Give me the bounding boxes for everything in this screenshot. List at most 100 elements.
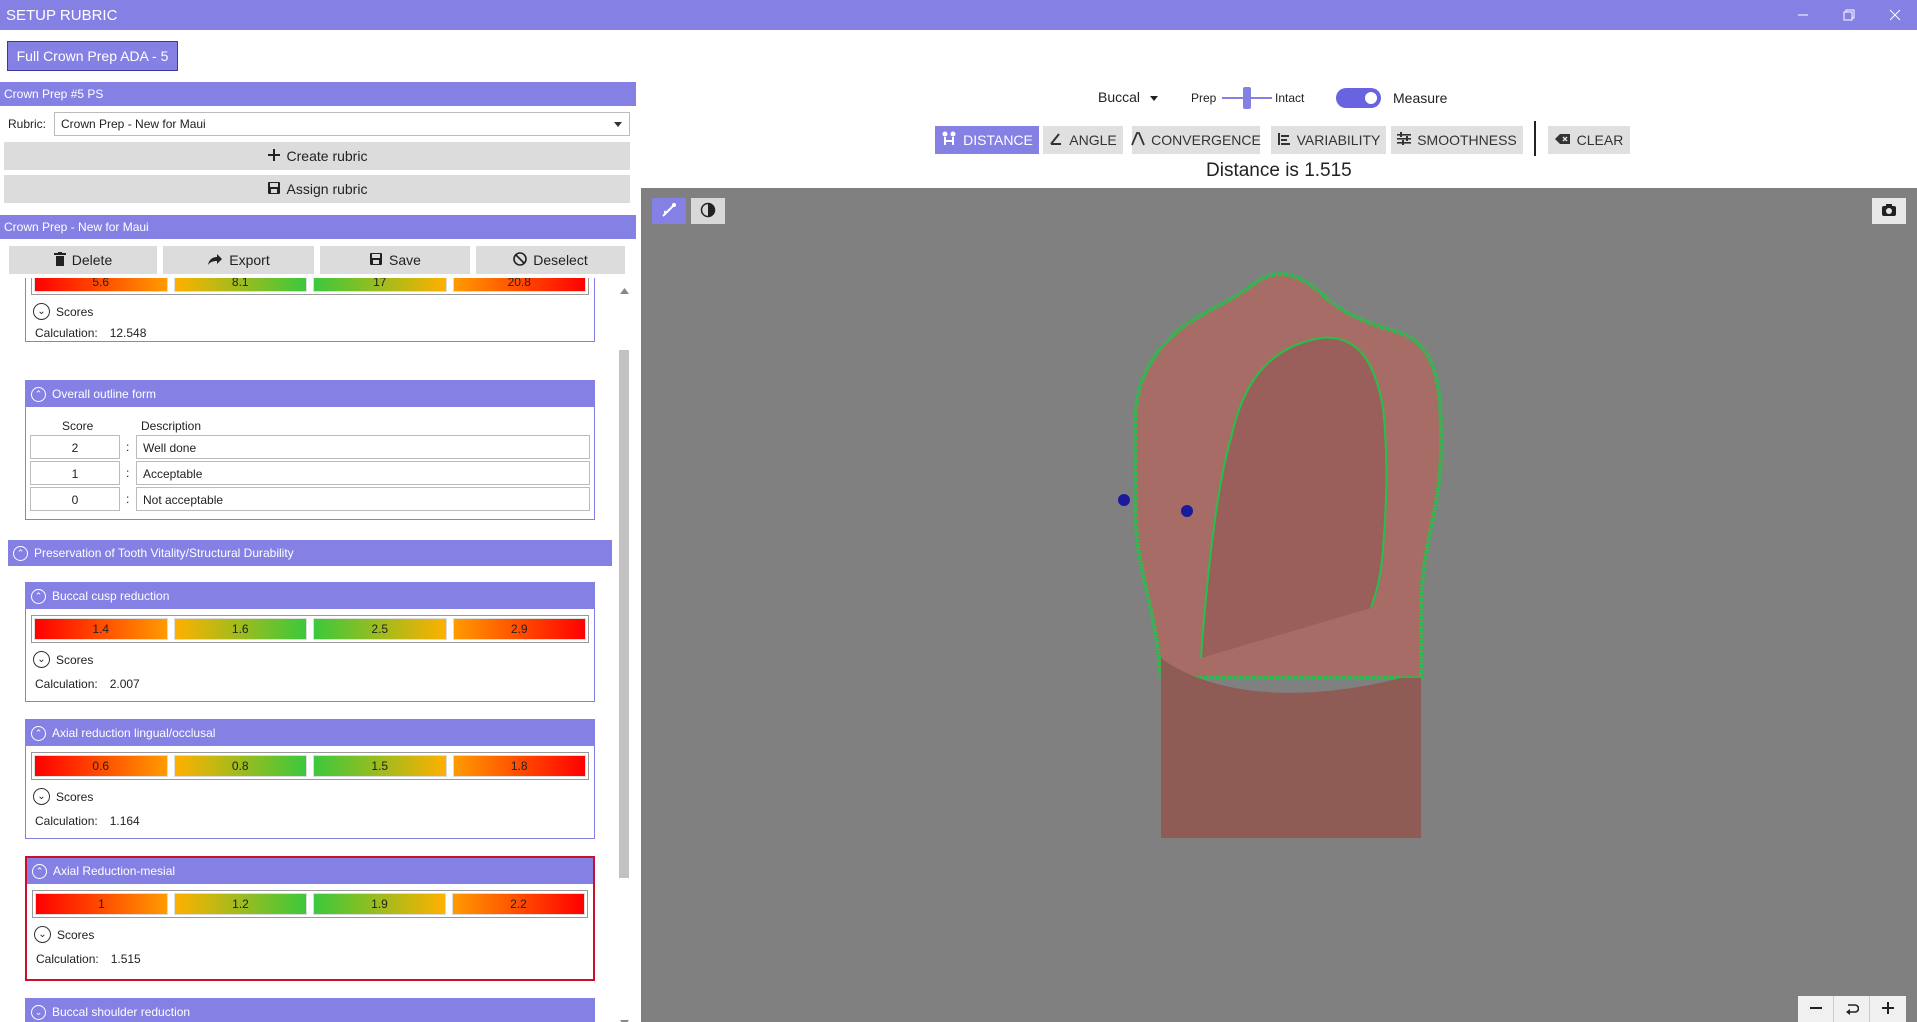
rubric-scroll-area[interactable]: 5.6 8.1 17 20.8 ⌄ Scores Calculation: 12… [0, 278, 636, 1022]
calculation-row: Calculation: 2.007 [35, 677, 140, 691]
colon: : [126, 440, 130, 454]
measure-toggle[interactable] [1336, 88, 1381, 108]
reset-view-button[interactable] [1834, 996, 1870, 1022]
rubric-selector-button[interactable]: Full Crown Prep ADA - 5 [7, 41, 178, 71]
minimize-icon[interactable] [1790, 4, 1816, 26]
score-range-bar: 5.6 8.1 17 20.8 [31, 278, 589, 295]
tab-angle-label: ANGLE [1069, 132, 1117, 148]
scroll-down-icon[interactable] [620, 1014, 629, 1022]
trash-icon [53, 251, 66, 269]
criterion-header[interactable]: ⌃ Axial Reduction-mesial [27, 858, 593, 884]
calculation-value: 1.515 [110, 952, 141, 966]
3d-viewport[interactable] [641, 188, 1917, 1022]
measurement-status: Distance is 1.515 [1206, 160, 1352, 181]
measure-point[interactable] [1118, 494, 1130, 506]
deselect-label: Deselect [533, 252, 588, 268]
assign-rubric-label: Assign rubric [286, 181, 368, 197]
scores-toggle[interactable]: ⌄ Scores [34, 926, 94, 943]
range-segment: 1.5 [313, 755, 447, 777]
scores-label: Scores [56, 789, 94, 804]
chevron-down-icon: ⌄ [33, 303, 50, 320]
range-segment: 2.5 [313, 618, 447, 640]
deselect-button[interactable]: Deselect [476, 246, 625, 274]
delete-button[interactable]: Delete [9, 246, 157, 274]
score-cell[interactable]: 1 [30, 461, 120, 485]
minus-icon [1809, 1001, 1823, 1018]
description-cell[interactable]: Not acceptable [136, 487, 590, 511]
scores-toggle[interactable]: ⌄ Scores [33, 651, 93, 668]
sliders-icon [1397, 131, 1412, 149]
delete-label: Delete [71, 252, 113, 268]
chevron-up-icon: ⌃ [13, 545, 28, 561]
range-segment: 1.8 [452, 755, 586, 777]
criterion-header[interactable]: ⌃ Buccal cusp reduction [26, 583, 594, 609]
calculation-row: Calculation: 1.164 [35, 814, 140, 828]
save-label: Save [389, 252, 421, 268]
tab-convergence[interactable]: CONVERGENCE [1131, 126, 1261, 154]
criterion-card-selected[interactable]: ⌃ Axial Reduction-mesial 1 1.2 1.9 2.2 ⌄… [25, 856, 595, 981]
clear-button[interactable]: CLEAR [1548, 126, 1630, 154]
rubric-header: Crown Prep - New for Maui [0, 215, 636, 239]
criterion-header[interactable]: ⌄ Buccal shoulder reduction [26, 999, 594, 1022]
rubric-dropdown[interactable]: Crown Prep - New for Maui [54, 112, 630, 136]
scores-toggle[interactable]: ⌄ Scores [33, 303, 93, 320]
scores-toggle[interactable]: ⌄ Scores [33, 788, 93, 805]
tab-convergence-label: CONVERGENCE [1151, 132, 1261, 148]
save-disk-icon [369, 252, 383, 269]
tab-angle[interactable]: ANGLE [1043, 126, 1123, 154]
criterion-header[interactable]: ⌃ Overall outline form [26, 381, 594, 407]
tab-variability[interactable]: VARIABILITY [1271, 126, 1386, 154]
range-segment: 0.8 [173, 755, 307, 777]
rubric-label: Rubric: [8, 117, 47, 131]
scroll-up-icon[interactable] [620, 282, 629, 297]
criterion-card: ⌃ Axial reduction lingual/occlusal 0.6 0… [25, 719, 595, 839]
criterion-title: Buccal shoulder reduction [52, 1005, 191, 1019]
calculation-value: 2.007 [109, 677, 140, 691]
calculation-label: Calculation: [36, 952, 99, 966]
score-cell[interactable]: 0 [30, 487, 120, 511]
case-header: Crown Prep #5 PS [0, 82, 636, 106]
export-button[interactable]: Export [163, 246, 314, 274]
view-dropdown-value: Buccal [1098, 89, 1141, 105]
criterion-card: ⌄ Buccal shoulder reduction [25, 998, 595, 1022]
calculation-value: 12.548 [109, 326, 147, 340]
view-dropdown[interactable]: Buccal [1098, 89, 1159, 105]
tab-distance[interactable]: DISTANCE [935, 126, 1039, 154]
scores-label: Scores [57, 927, 95, 942]
criterion-card: 5.6 8.1 17 20.8 ⌄ Scores Calculation: 12… [25, 278, 595, 342]
restore-icon[interactable] [1836, 4, 1862, 26]
chevron-up-icon: ⌃ [32, 863, 47, 879]
title-bar: SETUP RUBRIC [0, 0, 1917, 30]
tab-smoothness[interactable]: SMOOTHNESS [1391, 126, 1523, 154]
create-rubric-label: Create rubric [286, 148, 368, 164]
tooth-model[interactable] [641, 188, 1917, 1022]
save-button[interactable]: Save [320, 246, 470, 274]
angle-icon [1049, 132, 1063, 149]
prep-intact-slider[interactable] [1222, 85, 1272, 111]
score-cell[interactable]: 2 [30, 435, 120, 459]
slider-thumb[interactable] [1243, 87, 1251, 109]
range-segment: 20.8 [452, 278, 586, 292]
intact-label: Intact [1275, 91, 1305, 105]
criterion-title: Buccal cusp reduction [52, 589, 170, 603]
window-title: SETUP RUBRIC [6, 7, 118, 24]
vertical-scrollbar[interactable] [617, 278, 631, 1022]
description-cell[interactable]: Well done [136, 435, 590, 459]
range-segment: 2.9 [452, 618, 586, 640]
convergence-icon [1131, 131, 1145, 149]
criterion-header[interactable]: ⌃ Axial reduction lingual/occlusal [26, 720, 594, 746]
description-cell[interactable]: Acceptable [136, 461, 590, 485]
scores-label: Scores [56, 304, 94, 319]
close-icon[interactable] [1882, 4, 1908, 26]
zoom-out-button[interactable] [1798, 996, 1834, 1022]
scrollbar-thumb[interactable] [619, 350, 629, 878]
category-header[interactable]: ⌃ Preservation of Tooth Vitality/Structu… [8, 540, 612, 566]
chevron-down-icon: ⌄ [31, 1004, 46, 1020]
zoom-in-button[interactable] [1870, 996, 1906, 1022]
create-rubric-button[interactable]: Create rubric [4, 142, 630, 170]
toggle-knob [1365, 92, 1377, 104]
measure-point[interactable] [1181, 505, 1193, 517]
chevron-up-icon: ⌃ [31, 725, 46, 741]
assign-rubric-button[interactable]: Assign rubric [4, 175, 630, 203]
range-segment: 5.6 [34, 278, 168, 292]
